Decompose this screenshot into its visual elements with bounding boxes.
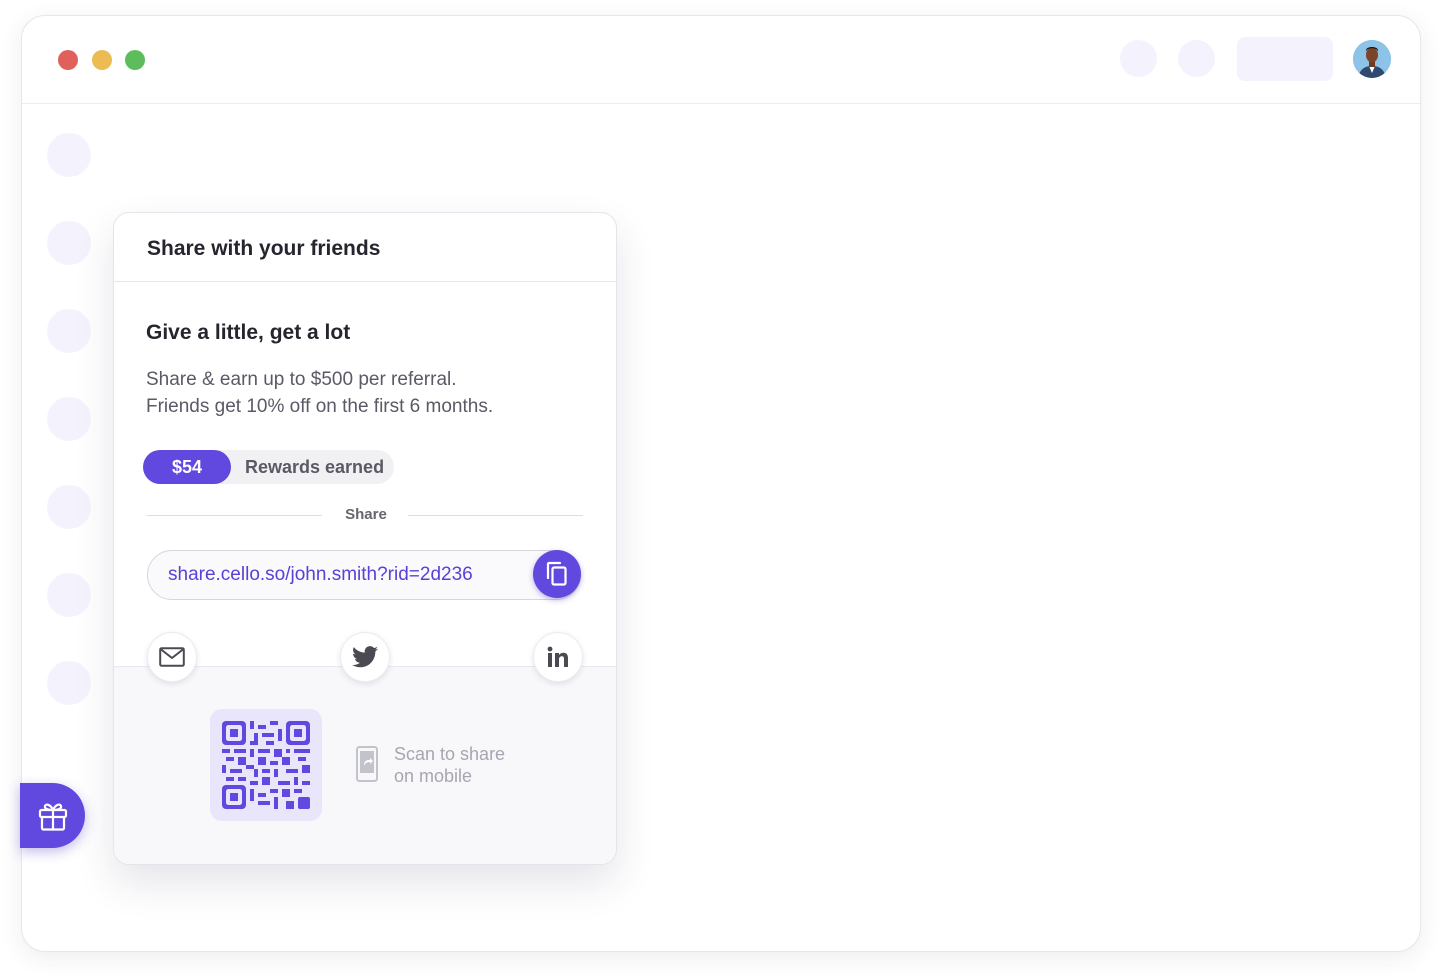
linkedin-icon bbox=[547, 646, 568, 667]
rewards-amount: $54 bbox=[143, 450, 231, 484]
widget-title: Share with your friends bbox=[147, 237, 381, 260]
twitter-icon bbox=[352, 646, 378, 668]
share-twitter-button[interactable] bbox=[340, 632, 390, 682]
rewards-badge: $54 Rewards earned bbox=[143, 450, 394, 484]
mail-icon bbox=[159, 647, 185, 667]
copy-icon bbox=[546, 561, 567, 586]
rewards-label: Rewards earned bbox=[245, 457, 385, 477]
qr-code bbox=[210, 709, 322, 821]
avatar-image bbox=[1353, 40, 1391, 78]
scan-to-share-text: Scan to share on mobile bbox=[394, 743, 534, 787]
referral-widget: Share with your friends Give a little, g… bbox=[113, 212, 617, 865]
close-window-button[interactable] bbox=[58, 50, 78, 70]
sidebar-nav-placeholder[interactable] bbox=[47, 221, 91, 265]
sidebar-nav-placeholder[interactable] bbox=[47, 397, 91, 441]
user-avatar[interactable] bbox=[1353, 40, 1391, 78]
sidebar-nav-placeholder[interactable] bbox=[47, 661, 91, 705]
share-divider-label: Share bbox=[345, 506, 387, 523]
share-link-text[interactable]: share.cello.so/john.smith?rid=2d236 bbox=[168, 551, 473, 599]
description-line: Share & earn up to $500 per referral. bbox=[146, 369, 457, 390]
qr-section: Scan to share on mobile bbox=[114, 666, 616, 864]
toolbar-placeholder-pill[interactable] bbox=[1237, 37, 1333, 81]
copy-link-button[interactable] bbox=[533, 550, 581, 598]
widget-description: Share & earn up to $500 per referral. Fr… bbox=[146, 366, 586, 420]
phone-share-icon bbox=[356, 746, 378, 782]
scan-text-line: Scan to share bbox=[394, 744, 506, 764]
maximize-window-button[interactable] bbox=[125, 50, 145, 70]
share-linkedin-button[interactable] bbox=[533, 632, 583, 682]
sidebar-nav-placeholder[interactable] bbox=[47, 309, 91, 353]
share-link-field[interactable]: share.cello.so/john.smith?rid=2d236 bbox=[147, 550, 581, 600]
scan-text-line: on mobile bbox=[394, 766, 473, 786]
widget-headline: Give a little, get a lot bbox=[146, 321, 351, 344]
app-window: Share with your friends Give a little, g… bbox=[21, 15, 1421, 952]
title-bar bbox=[22, 16, 1420, 104]
toolbar-placeholder-circle[interactable] bbox=[1120, 40, 1157, 77]
minimize-window-button[interactable] bbox=[92, 50, 112, 70]
qr-code-image bbox=[222, 721, 310, 809]
share-email-button[interactable] bbox=[147, 632, 197, 682]
gift-launcher-button[interactable] bbox=[20, 783, 85, 848]
toolbar-placeholder-circle[interactable] bbox=[1178, 40, 1215, 77]
sidebar-nav-placeholder[interactable] bbox=[47, 133, 91, 177]
widget-header: Share with your friends bbox=[114, 213, 616, 282]
gift-icon bbox=[38, 803, 67, 831]
sidebar-nav-placeholder[interactable] bbox=[47, 485, 91, 529]
description-line: Friends get 10% off on the first 6 month… bbox=[146, 396, 494, 417]
sidebar-nav-placeholder[interactable] bbox=[47, 573, 91, 617]
